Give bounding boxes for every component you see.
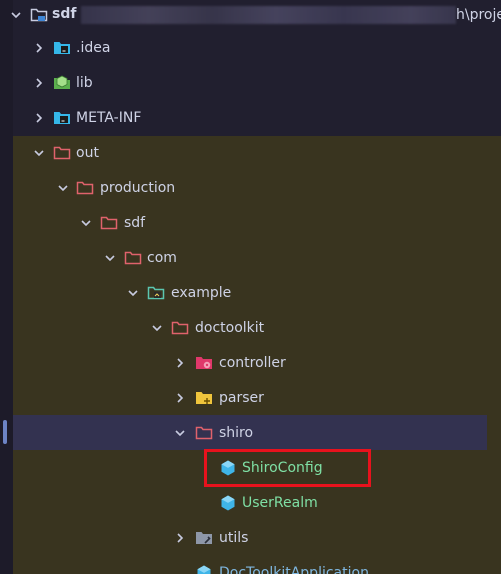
tree-item-label: sdf <box>124 215 146 231</box>
class-file-icon <box>219 494 237 512</box>
tree-item-shiro[interactable]: shiro <box>0 416 501 451</box>
tree-item-utils[interactable]: utils <box>0 521 501 556</box>
chevron-down-icon[interactable] <box>151 322 163 334</box>
parser-folder-icon <box>195 389 213 407</box>
tree-item-example[interactable]: example <box>0 276 501 311</box>
tree-item-label: UserRealm <box>242 495 318 511</box>
meta-folder-icon <box>53 109 71 127</box>
chevron-down-icon[interactable] <box>57 182 69 194</box>
folder-icon <box>171 319 189 337</box>
chevron-down-icon[interactable] <box>10 9 22 21</box>
tree-item-doctoolkitapplication[interactable]: DocToolkitApplication <box>0 556 501 574</box>
folder-icon <box>195 424 213 442</box>
tree-item-out[interactable]: out <box>0 136 501 171</box>
tree-item-label: out <box>76 145 99 161</box>
folder-icon <box>124 249 142 267</box>
class-file-icon <box>195 564 213 574</box>
idea-folder-icon <box>53 39 71 57</box>
tree-item-label: example <box>171 285 232 301</box>
tree-item-userrealm[interactable]: UserRealm <box>0 486 501 521</box>
annotation-highlight-box <box>204 449 371 487</box>
chevron-right-icon[interactable] <box>174 392 186 404</box>
library-folder-icon <box>53 74 71 92</box>
tree-item-label: production <box>100 180 176 196</box>
tree-item-label: com <box>147 250 177 266</box>
folder-icon <box>100 214 118 232</box>
chevron-down-icon[interactable] <box>104 252 116 264</box>
tree-item-doctoolkit[interactable]: doctoolkit <box>0 311 501 346</box>
tree-item-parser[interactable]: parser <box>0 381 501 416</box>
root-label: sdf <box>52 6 77 22</box>
utils-folder-icon <box>195 529 213 547</box>
chevron-down-icon[interactable] <box>127 287 139 299</box>
chevron-right-icon[interactable] <box>33 42 45 54</box>
chevron-down-icon[interactable] <box>33 147 45 159</box>
module-folder-icon <box>30 6 48 24</box>
tree-item-controller[interactable]: controller <box>0 346 501 381</box>
chevron-down-icon[interactable] <box>174 427 186 439</box>
redacted-path <box>81 6 456 24</box>
chevron-right-icon[interactable] <box>174 357 186 369</box>
tree-item-lib[interactable]: lib <box>0 66 501 101</box>
chevron-right-icon[interactable] <box>33 112 45 124</box>
tree-item-label: META-INF <box>76 110 142 126</box>
chevron-right-icon[interactable] <box>174 532 186 544</box>
tree-item-label: .idea <box>76 40 111 56</box>
tree-item-com[interactable]: com <box>0 241 501 276</box>
tree-item-label: parser <box>219 390 264 406</box>
controller-folder-icon <box>195 354 213 372</box>
tree-item-idea[interactable]: .idea <box>0 31 501 66</box>
tree-item-production[interactable]: production <box>0 171 501 206</box>
tree-item-label: shiro <box>219 425 254 441</box>
package-folder-icon <box>147 284 165 302</box>
tree-item-label: controller <box>219 355 286 371</box>
tree-item-label: doctoolkit <box>195 320 265 336</box>
tree-item-label: lib <box>76 75 93 91</box>
tree-item-label: DocToolkitApplication <box>219 565 369 574</box>
folder-icon <box>76 179 94 197</box>
tree-item-sdf[interactable]: sdf <box>0 206 501 241</box>
chevron-right-icon[interactable] <box>33 77 45 89</box>
excluded-folder-icon <box>53 144 71 162</box>
root-path-tail: h\projec <box>456 7 501 23</box>
tree-root-sdf[interactable]: sdf h\projec <box>0 0 501 30</box>
tree-item-label: utils <box>219 530 249 546</box>
tree-item-meta-inf[interactable]: META-INF <box>0 101 501 136</box>
chevron-down-icon[interactable] <box>80 217 92 229</box>
